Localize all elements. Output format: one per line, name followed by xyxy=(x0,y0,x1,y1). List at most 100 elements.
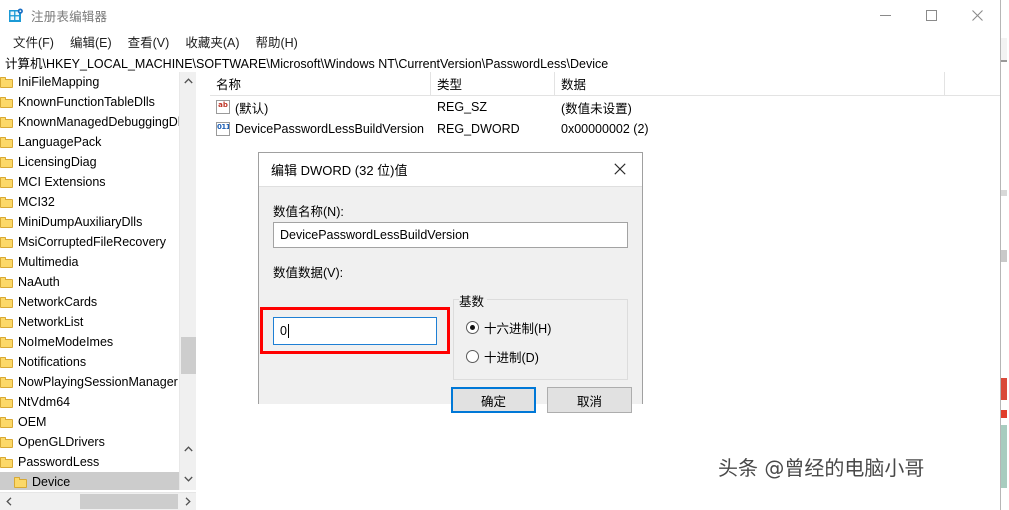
tree-item-networkcards[interactable]: NetworkCards xyxy=(0,292,196,312)
tree-item-label: PasswordLess xyxy=(18,455,100,469)
tree-vertical-scroll-thumb[interactable] xyxy=(181,337,196,374)
tree-item-knownmanageddebuggingdlls[interactable]: KnownManagedDebuggingDlls xyxy=(0,112,196,132)
registry-tree-pane: IniFileMapping KnownFunctionTableDlls Know… xyxy=(0,72,210,510)
dialog-title-bar: 编辑 DWORD (32 位)值 xyxy=(259,153,642,186)
tree-item-label: KnownManagedDebuggingDlls xyxy=(18,115,190,129)
folder-icon xyxy=(0,176,13,188)
tree-item-label: MCI Extensions xyxy=(18,175,106,189)
address-bar[interactable]: 计算机\HKEY_LOCAL_MACHINE\SOFTWARE\Microsof… xyxy=(0,53,1000,72)
value-name-input[interactable]: DevicePasswordLessBuildVersion xyxy=(273,222,628,248)
tree-item-passwordless[interactable]: PasswordLess xyxy=(0,452,196,472)
menu-help[interactable]: 帮助(H) xyxy=(247,30,305,54)
folder-icon xyxy=(0,76,13,88)
close-button[interactable] xyxy=(954,0,1000,31)
menu-bar: 文件(F) 编辑(E) 查看(V) 收藏夹(A) 帮助(H) xyxy=(0,31,1000,53)
tree-vertical-scrollbar[interactable] xyxy=(179,72,196,490)
tree-item-label: MiniDumpAuxiliaryDlls xyxy=(18,215,143,229)
minimize-button[interactable] xyxy=(862,0,908,31)
radio-hexadecimal[interactable]: 十六进制(H) xyxy=(466,318,551,337)
folder-icon xyxy=(0,316,13,328)
radio-decimal-label: 十进制(D) xyxy=(484,351,539,365)
tree-item-inifilemapping[interactable]: IniFileMapping xyxy=(0,72,196,92)
tree-item-mci32[interactable]: MCI32 xyxy=(0,192,196,212)
scroll-down-icon[interactable] xyxy=(180,470,197,487)
table-row[interactable]: ab (默认) REG_SZ (数值未设置) xyxy=(210,96,1000,118)
title-bar: 注册表编辑器 xyxy=(0,0,1000,31)
tree-item-nowplayingsessionmanager[interactable]: NowPlayingSessionManager xyxy=(0,372,196,392)
tree-horizontal-scrollbar[interactable] xyxy=(0,492,196,510)
table-row[interactable]: 011 DevicePasswordLessBuildVersion REG_DWO… xyxy=(210,118,1000,140)
tree-item-noimemodeimes[interactable]: NoImeModeImes xyxy=(0,332,196,352)
column-header-data[interactable]: 数据 xyxy=(555,72,945,95)
value-name: (默认) xyxy=(235,101,269,116)
tree-item-label: KnownFunctionTableDlls xyxy=(18,95,155,109)
folder-icon xyxy=(0,336,13,348)
menu-file[interactable]: 文件(F) xyxy=(5,30,62,54)
tree-item-notifications[interactable]: Notifications xyxy=(0,352,196,372)
folder-icon xyxy=(0,356,13,368)
registry-editor-icon xyxy=(8,8,24,24)
folder-icon xyxy=(0,96,13,108)
tree-item-oem[interactable]: OEM xyxy=(0,412,196,432)
folder-icon xyxy=(14,476,27,488)
cell-name: 011 DevicePasswordLessBuildVersion xyxy=(210,118,431,140)
tree-horizontal-scroll-thumb[interactable] xyxy=(80,494,178,509)
value-data-label: 数值数据(V): xyxy=(273,266,344,280)
scroll-left-icon[interactable] xyxy=(0,493,17,510)
tree-item-knownfunctiontabledlls[interactable]: KnownFunctionTableDlls xyxy=(0,92,196,112)
tree-item-multimedia[interactable]: Multimedia xyxy=(0,252,196,272)
tree-item-minidumpauxiliarydlls[interactable]: MiniDumpAuxiliaryDlls xyxy=(0,212,196,232)
tree-item-languagepack[interactable]: LanguagePack xyxy=(0,132,196,152)
tree-item-device[interactable]: Device xyxy=(0,472,196,490)
tree-item-licensingdiag[interactable]: LicensingDiag xyxy=(0,152,196,172)
tree-item-label: NoImeModeImes xyxy=(18,335,114,349)
dialog-close-button[interactable] xyxy=(598,153,642,184)
tree-item-label: Notifications xyxy=(18,355,87,369)
tree-item-label: NetworkCards xyxy=(18,295,98,309)
registry-tree-viewport: IniFileMapping KnownFunctionTableDlls Know… xyxy=(0,72,196,490)
text-caret xyxy=(287,324,289,338)
radio-hexadecimal-label: 十六进制(H) xyxy=(484,322,552,336)
tree-item-ntvdm64[interactable]: NtVdm64 xyxy=(0,392,196,412)
base-groupbox-label: 基数 xyxy=(459,291,488,310)
tree-item-mci-extensions[interactable]: MCI Extensions xyxy=(0,172,196,192)
tree-item-label: NetworkList xyxy=(18,315,84,329)
tree-item-opengldrivers[interactable]: OpenGLDrivers xyxy=(0,432,196,452)
registry-tree-list: IniFileMapping KnownFunctionTableDlls Know… xyxy=(0,72,196,490)
registry-values-list: ab (默认) REG_SZ (数值未设置) 011 DevicePasswordLess… xyxy=(210,96,1000,140)
tree-item-label: NtVdm64 xyxy=(18,395,71,409)
column-header-name[interactable]: 名称 xyxy=(210,72,431,95)
scroll-up-secondary-icon[interactable] xyxy=(180,440,197,457)
tree-item-label: LanguagePack xyxy=(18,135,102,149)
tree-item-label: IniFileMapping xyxy=(18,75,100,89)
tree-item-msicorruptedfilerecovery[interactable]: MsiCorruptedFileRecovery xyxy=(0,232,196,252)
tree-item-label: OpenGLDrivers xyxy=(18,435,105,449)
tree-item-naauth[interactable]: NaAuth xyxy=(0,272,196,292)
tree-item-networklist[interactable]: NetworkList xyxy=(0,312,196,332)
scroll-right-icon[interactable] xyxy=(179,493,196,510)
registry-path: 计算机\HKEY_LOCAL_MACHINE\SOFTWARE\Microsof… xyxy=(5,57,609,71)
cancel-button[interactable]: 取消 xyxy=(547,387,632,413)
folder-icon xyxy=(0,456,13,468)
menu-edit[interactable]: 编辑(E) xyxy=(62,30,120,54)
menu-favorites[interactable]: 收藏夹(A) xyxy=(177,30,247,54)
string-value-icon: ab xyxy=(216,100,230,114)
folder-icon xyxy=(0,276,13,288)
radio-decimal[interactable]: 十进制(D) xyxy=(466,347,539,366)
folder-icon xyxy=(0,296,13,308)
list-column-header: 名称 类型 数据 xyxy=(210,72,1000,96)
folder-icon xyxy=(0,136,13,148)
column-header-type[interactable]: 类型 xyxy=(431,72,555,95)
watermark: 头条 @曾经的电脑小哥 xyxy=(718,456,925,480)
folder-icon xyxy=(0,416,13,428)
scroll-up-icon[interactable] xyxy=(180,72,197,89)
tree-item-label: NowPlayingSessionManager xyxy=(18,375,178,389)
maximize-button[interactable] xyxy=(908,0,954,31)
cell-data: (数值未设置) xyxy=(561,101,632,116)
value-data-input[interactable]: 0 xyxy=(273,317,437,345)
cell-type: REG_SZ xyxy=(437,100,488,114)
ok-button[interactable]: 确定 xyxy=(451,387,536,413)
menu-view[interactable]: 查看(V) xyxy=(120,30,178,54)
tree-item-label: NaAuth xyxy=(18,275,60,289)
value-data-text: 0 xyxy=(280,324,287,338)
